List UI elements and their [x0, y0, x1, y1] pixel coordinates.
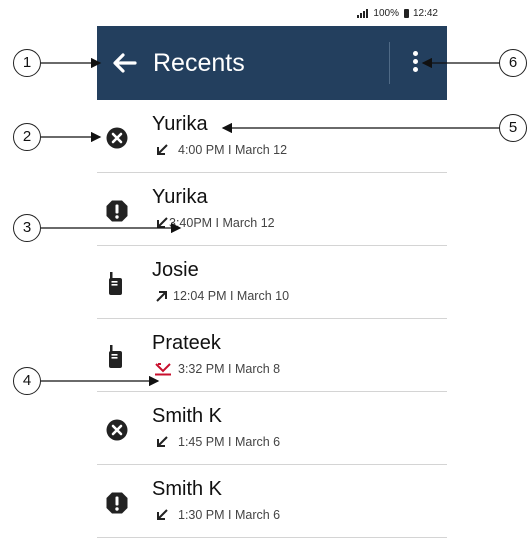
callout-6: 6: [499, 49, 527, 77]
incoming-arrow-icon: [155, 143, 169, 157]
contact-name: Yurika: [152, 186, 208, 208]
contact-name: Josie: [152, 259, 199, 281]
recent-item-1[interactable]: Yurika 4:00 PM I March 12: [97, 100, 447, 173]
battery-percentage: 100%: [373, 8, 399, 19]
call-time: 3:40PM I March 12: [169, 216, 275, 230]
contact-name: Smith K: [152, 478, 223, 500]
call-time: 1:30 PM I March 6: [178, 508, 281, 522]
more-vert-icon[interactable]: [407, 51, 423, 77]
contact-name: Smith K: [152, 405, 223, 427]
radio-icon: [105, 272, 129, 296]
header-divider: [389, 42, 390, 84]
missed-arrow-icon: [155, 362, 171, 376]
callout-4: 4: [13, 367, 41, 395]
page-title: Recents: [153, 49, 245, 77]
alert-icon: [105, 491, 129, 515]
recents-list: Yurika 4:00 PM I March 12 Yurika 3:40PM …: [97, 100, 447, 538]
recent-item-6[interactable]: Smith K 1:30 PM I March 6: [97, 465, 447, 538]
callout-5: 5: [499, 114, 527, 142]
missed-call-icon: [105, 418, 129, 442]
app-bar: Recents: [97, 26, 447, 100]
radio-icon: [105, 345, 129, 369]
recent-item-5[interactable]: Smith K 1:45 PM I March 6: [97, 392, 447, 465]
signal-icon: [357, 9, 369, 18]
recent-item-4[interactable]: Prateek 3:32 PM I March 8: [97, 319, 447, 392]
recent-item-2[interactable]: Yurika 3:40PM I March 12: [97, 173, 447, 246]
call-time: 3:32 PM I March 8: [178, 362, 281, 376]
callout-1: 1: [13, 49, 41, 77]
alert-icon: [105, 199, 129, 223]
outgoing-arrow-icon: [155, 289, 169, 303]
callout-3: 3: [13, 214, 41, 242]
back-arrow-icon[interactable]: [109, 48, 139, 78]
incoming-arrow-icon: [155, 216, 169, 230]
call-time: 1:45 PM I March 6: [178, 435, 281, 449]
call-time: 4:00 PM I March 12: [178, 143, 288, 157]
call-time: 12:04 PM I March 10: [173, 289, 290, 303]
recent-item-3[interactable]: Josie 12:04 PM I March 10: [97, 246, 447, 319]
contact-name: Yurika: [152, 113, 208, 135]
status-bar: 100% 12:42: [97, 0, 447, 26]
callout-2: 2: [13, 123, 41, 151]
battery-icon: [403, 9, 409, 18]
contact-name: Prateek: [152, 332, 221, 354]
status-time: 12:42: [412, 8, 438, 19]
incoming-arrow-icon: [155, 508, 169, 522]
incoming-arrow-icon: [155, 435, 169, 449]
missed-call-icon: [105, 126, 129, 150]
